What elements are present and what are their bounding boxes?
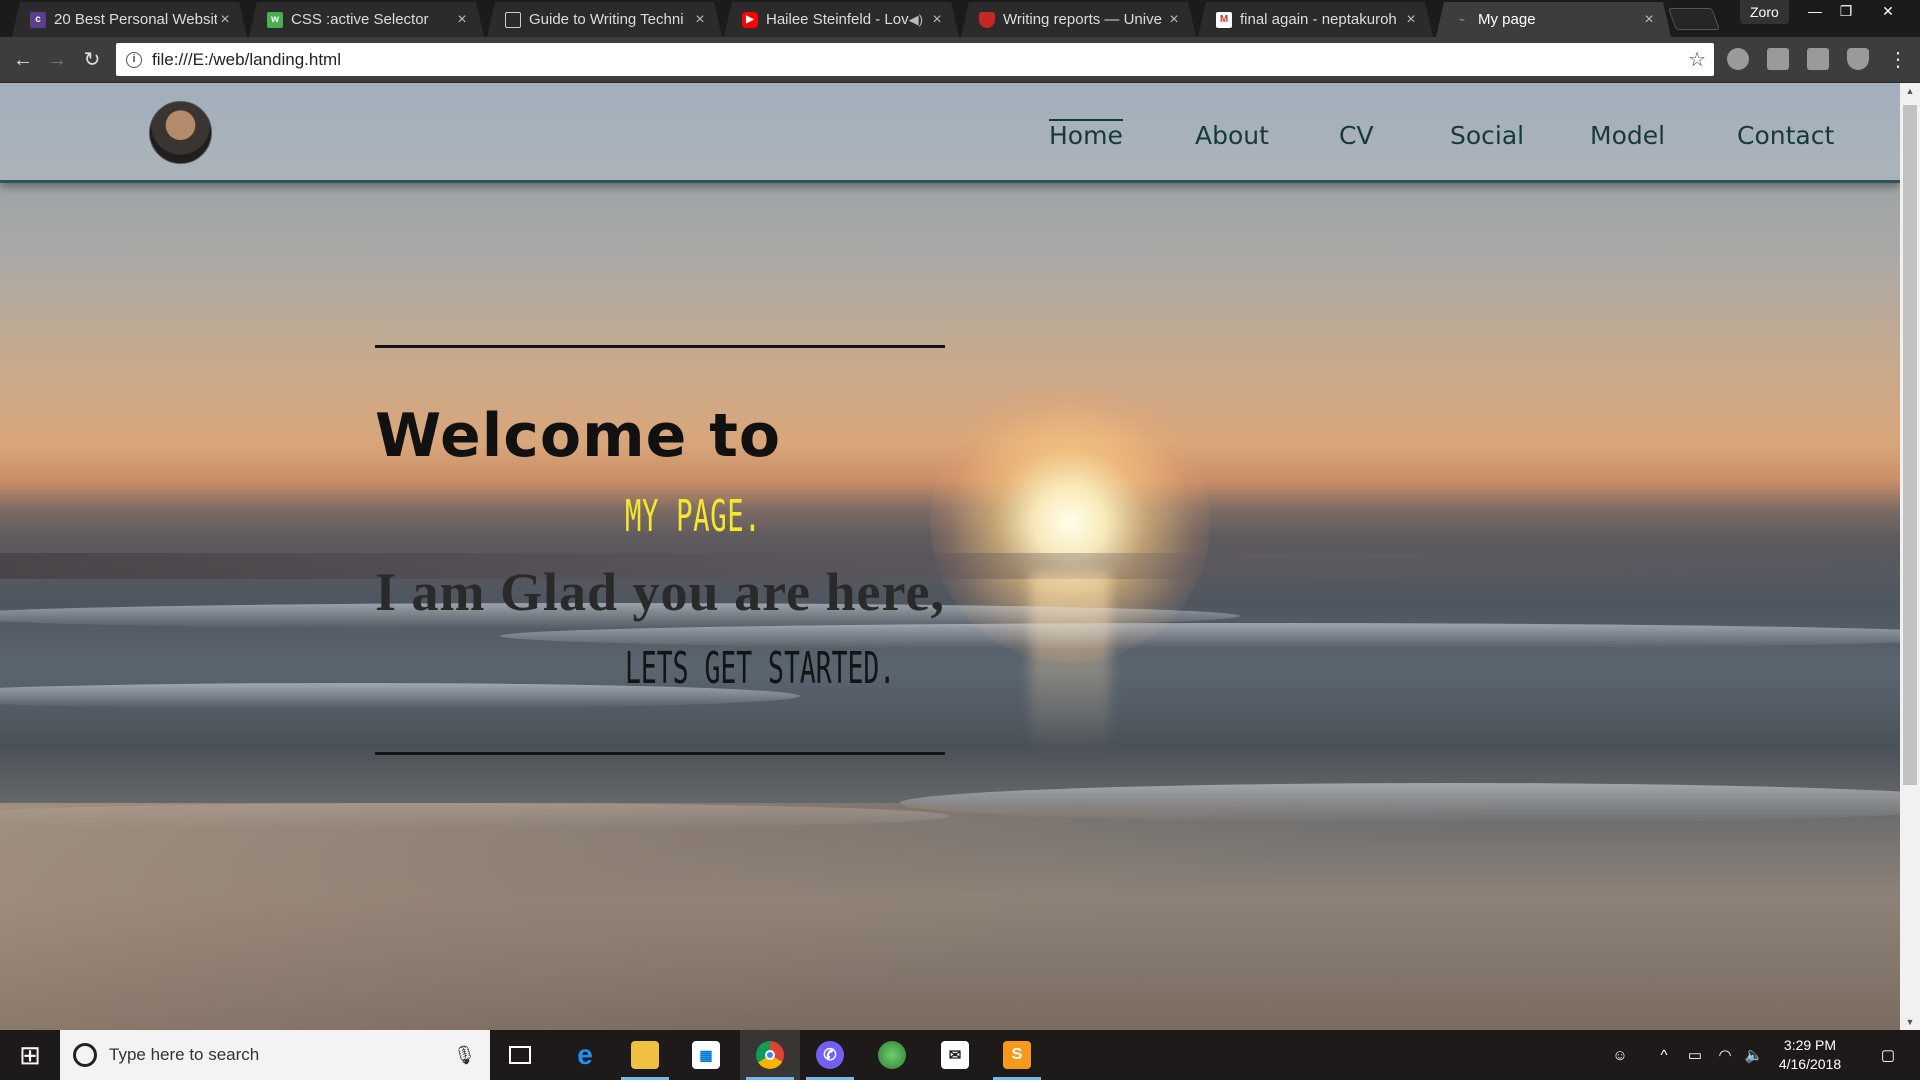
edge-icon[interactable]: e (555, 1030, 615, 1080)
close-icon[interactable]: × (929, 11, 945, 29)
w3schools-icon: w (267, 12, 283, 28)
beach-sand (0, 803, 1900, 1030)
tab-writing-reports[interactable]: Writing reports — Unive × (961, 2, 1196, 37)
windows-taskbar: ⊞ Type here to search 🎙 e ▦ ✆ ✉ S ☺ ^ ▭ … (0, 1030, 1920, 1080)
nav-contact[interactable]: Contact (1737, 121, 1834, 150)
scroll-thumb[interactable] (1903, 105, 1917, 785)
sublime-text-icon[interactable]: S (987, 1030, 1047, 1080)
viber-icon[interactable]: ✆ (800, 1030, 860, 1080)
tab-css-active-selector[interactable]: w CSS :active Selector × (249, 2, 484, 37)
profile-button[interactable]: Zoro (1740, 0, 1789, 24)
hero-welcome-heading: Welcome to (375, 401, 782, 471)
taskbar-clock[interactable]: 3:29 PM 4/16/2018 (1760, 1036, 1860, 1074)
hero-top-divider (375, 345, 945, 348)
speaker-icon[interactable]: ◀) (909, 12, 923, 28)
university-shield-icon (979, 12, 995, 28)
close-icon[interactable]: × (1166, 11, 1182, 29)
wifi-icon[interactable]: ◠ (1712, 1030, 1738, 1080)
document-icon (505, 12, 521, 28)
hero-brand-text: MY PAGE. (625, 491, 762, 542)
tab-title: Hailee Steinfeld - Lov (766, 11, 909, 28)
page-scrollbar[interactable]: ▲ ▼ (1900, 83, 1920, 1030)
browser-tabstrip: c 20 Best Personal Websit × w CSS :activ… (0, 0, 1920, 37)
extension-cloud-icon[interactable] (1727, 48, 1749, 70)
tab-title: final again - neptakuroh (1240, 11, 1397, 28)
close-icon[interactable]: × (692, 11, 708, 29)
reload-icon[interactable]: ↻ (79, 47, 105, 73)
back-icon[interactable]: ← (10, 47, 36, 73)
address-bar[interactable]: i file:///E:/web/landing.html ☆ (116, 43, 1714, 76)
extension-gear-icon[interactable] (1767, 48, 1789, 70)
hero-cta-text: LETS GET STARTED. (625, 643, 896, 694)
sun-reflection (1030, 573, 1110, 753)
avatar[interactable] (149, 101, 212, 164)
close-window-icon[interactable]: ✕ (1868, 0, 1908, 22)
nav-social[interactable]: Social (1450, 121, 1524, 150)
tab-hailee-steinfeld[interactable]: ▶ Hailee Steinfeld - Lov ◀) × (724, 2, 959, 37)
gmail-icon: M (1216, 12, 1232, 28)
scroll-up-icon[interactable]: ▲ (1900, 83, 1920, 99)
page-icon: ~ (1459, 14, 1465, 25)
close-icon[interactable]: × (1641, 11, 1657, 29)
colorlib-icon: c (30, 12, 46, 28)
close-icon[interactable]: × (454, 11, 470, 29)
tab-title: Writing reports — Unive (1003, 11, 1162, 28)
site-header: Home About CV Social Model Contact (0, 83, 1900, 183)
clock-time: 3:29 PM (1783, 1037, 1837, 1053)
tab-gmail[interactable]: M final again - neptakuroh × (1198, 2, 1433, 37)
store-icon[interactable]: ▦ (676, 1030, 736, 1080)
horizon-hills (0, 553, 1900, 579)
tab-my-page[interactable]: ~ My page × (1436, 2, 1671, 37)
page-viewport: Home About CV Social Model Contact Welco… (0, 83, 1900, 1030)
close-icon[interactable]: × (217, 11, 233, 29)
tab-guide-writing[interactable]: Guide to Writing Techni × (487, 2, 722, 37)
forward-icon[interactable]: → (44, 47, 70, 73)
action-center-icon[interactable]: ▢ (1868, 1030, 1908, 1080)
hero-greeting: I am Glad you are here, (375, 562, 945, 622)
clock-date: 4/16/2018 (1778, 1056, 1842, 1072)
tab-personal-websites[interactable]: c 20 Best Personal Websit × (12, 2, 247, 37)
nav-cv[interactable]: CV (1339, 121, 1374, 150)
info-icon[interactable]: i (126, 51, 142, 68)
tab-title: Guide to Writing Techni (529, 11, 684, 28)
nav-home[interactable]: Home (1049, 119, 1123, 150)
taskbar-search[interactable]: Type here to search 🎙 (60, 1030, 490, 1080)
chrome-icon[interactable] (740, 1030, 800, 1080)
browser-toolbar: ← → ↻ i file:///E:/web/landing.html ☆ ⋮ (0, 37, 1920, 83)
battery-icon[interactable]: ▭ (1682, 1030, 1708, 1080)
extension-bag-icon[interactable] (1807, 48, 1829, 70)
hero-bottom-divider (375, 752, 945, 755)
people-icon[interactable]: ☺ (1605, 1030, 1635, 1080)
windows-start-icon[interactable]: ⊞ (0, 1030, 60, 1080)
youtube-icon: ▶ (742, 12, 758, 28)
globe-app-icon[interactable] (862, 1030, 922, 1080)
file-explorer-icon[interactable] (615, 1030, 675, 1080)
nav-about[interactable]: About (1195, 121, 1269, 150)
tab-title: My page (1478, 11, 1536, 28)
cortana-icon[interactable] (73, 1043, 97, 1067)
show-hidden-icons-chevron-icon[interactable]: ^ (1652, 1030, 1676, 1080)
close-icon[interactable]: × (1403, 11, 1419, 29)
tab-title: 20 Best Personal Websit (54, 11, 217, 28)
menu-kebab-icon[interactable]: ⋮ (1885, 47, 1911, 73)
bookmark-star-icon[interactable]: ☆ (1688, 47, 1706, 72)
restore-icon[interactable]: ❐ (1826, 0, 1866, 22)
url-text[interactable]: file:///E:/web/landing.html (152, 50, 1688, 70)
mail-icon[interactable]: ✉ (925, 1030, 985, 1080)
microphone-icon[interactable]: 🎙 (453, 1045, 476, 1066)
new-tab-button[interactable] (1667, 8, 1721, 30)
nav-model[interactable]: Model (1590, 121, 1665, 150)
search-placeholder[interactable]: Type here to search (109, 1045, 453, 1065)
tab-title: CSS :active Selector (291, 11, 429, 28)
extension-shield-icon[interactable] (1847, 48, 1869, 70)
task-view-icon[interactable] (490, 1030, 550, 1080)
scroll-down-icon[interactable]: ▼ (1900, 1014, 1920, 1030)
